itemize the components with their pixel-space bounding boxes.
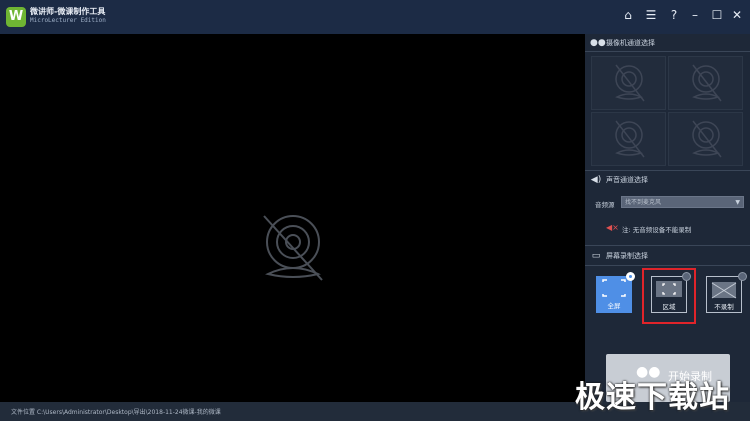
camera-channel-4[interactable] [668, 112, 743, 166]
fullscreen-label: 全屏 [607, 302, 621, 310]
close-button[interactable]: ✕ [727, 5, 747, 25]
fullscreen-mode-button[interactable]: 全屏 [596, 276, 632, 313]
region-label: 区域 [662, 303, 676, 311]
no-record-radio[interactable] [738, 272, 747, 281]
divider [585, 265, 750, 266]
minimize-icon: – [692, 8, 698, 22]
audio-section-header: ◀) 声音通道选择 [588, 172, 748, 188]
speaker-icon: ◀) [590, 175, 602, 185]
divider [585, 51, 750, 52]
home-button[interactable]: ⌂ [618, 5, 638, 25]
camera-channel-grid [591, 56, 744, 167]
no-record-mode-button[interactable]: 不录制 [706, 276, 742, 313]
menu-button[interactable]: ☰ [641, 5, 661, 25]
maximize-icon: ☐ [711, 8, 723, 22]
radio-dot [629, 275, 632, 278]
title-bar: W 微讲师-微课制作工具 MicroLecturer Edition ⌂ ☰ ?… [0, 0, 750, 34]
app-subtitle: MicroLecturer Edition [30, 17, 106, 24]
camera-section-title: 摄像机通道选择 [606, 39, 655, 47]
no-record-label: 不录制 [714, 303, 734, 311]
fullscreen-radio[interactable] [626, 272, 635, 281]
camera-channel-3[interactable] [591, 112, 666, 166]
monitor-icon: ▭ [591, 251, 601, 261]
help-button[interactable]: ? [664, 5, 684, 25]
menu-icon: ☰ [645, 8, 657, 22]
audio-source-label: 音频源 [595, 201, 615, 209]
camera-group-icon: ●● [590, 38, 606, 48]
file-location: 文件位置 C:\Users\Administrator\Desktop\导出\2… [11, 409, 221, 416]
camera-channel-2[interactable] [668, 56, 743, 110]
screen-section-title: 屏幕录制选择 [606, 252, 648, 260]
divider [585, 170, 750, 171]
region-mode-button[interactable]: 区域 [651, 276, 687, 313]
screen-section-header: ▭ 屏幕录制选择 [588, 248, 748, 264]
app-title: 微讲师-微课制作工具 [30, 7, 106, 16]
camera-section-header: ●●摄像机通道选择 [588, 35, 748, 51]
chevron-down-icon: ▼ [735, 199, 740, 206]
close-icon: ✕ [731, 8, 743, 22]
app-logo: W [6, 7, 26, 27]
maximize-button[interactable]: ☐ [707, 5, 727, 25]
no-camera-icon [615, 120, 645, 158]
audio-note: 注: 无音频设备不能录制 [622, 226, 692, 234]
audio-source-value: 找不到麦克风 [625, 199, 662, 206]
no-camera-icon [692, 120, 722, 158]
divider [585, 245, 750, 246]
minimize-button[interactable]: – [685, 5, 705, 25]
camera-channel-1[interactable] [591, 56, 666, 110]
home-icon: ⌂ [624, 8, 632, 22]
region-radio[interactable] [682, 272, 691, 281]
audio-section-title: 声音通道选择 [606, 176, 648, 184]
help-icon: ? [670, 8, 678, 22]
no-camera-icon [263, 215, 323, 281]
audio-source-select[interactable]: 找不到麦克风 ▼ [621, 196, 744, 208]
no-camera-icon [615, 64, 645, 102]
watermark-logo: 极速下载站 [575, 380, 730, 415]
video-preview [0, 34, 585, 402]
mute-speaker-icon: ◀× [606, 223, 619, 232]
no-camera-icon [692, 64, 722, 102]
region-icon [662, 283, 676, 295]
no-record-icon [711, 282, 737, 299]
